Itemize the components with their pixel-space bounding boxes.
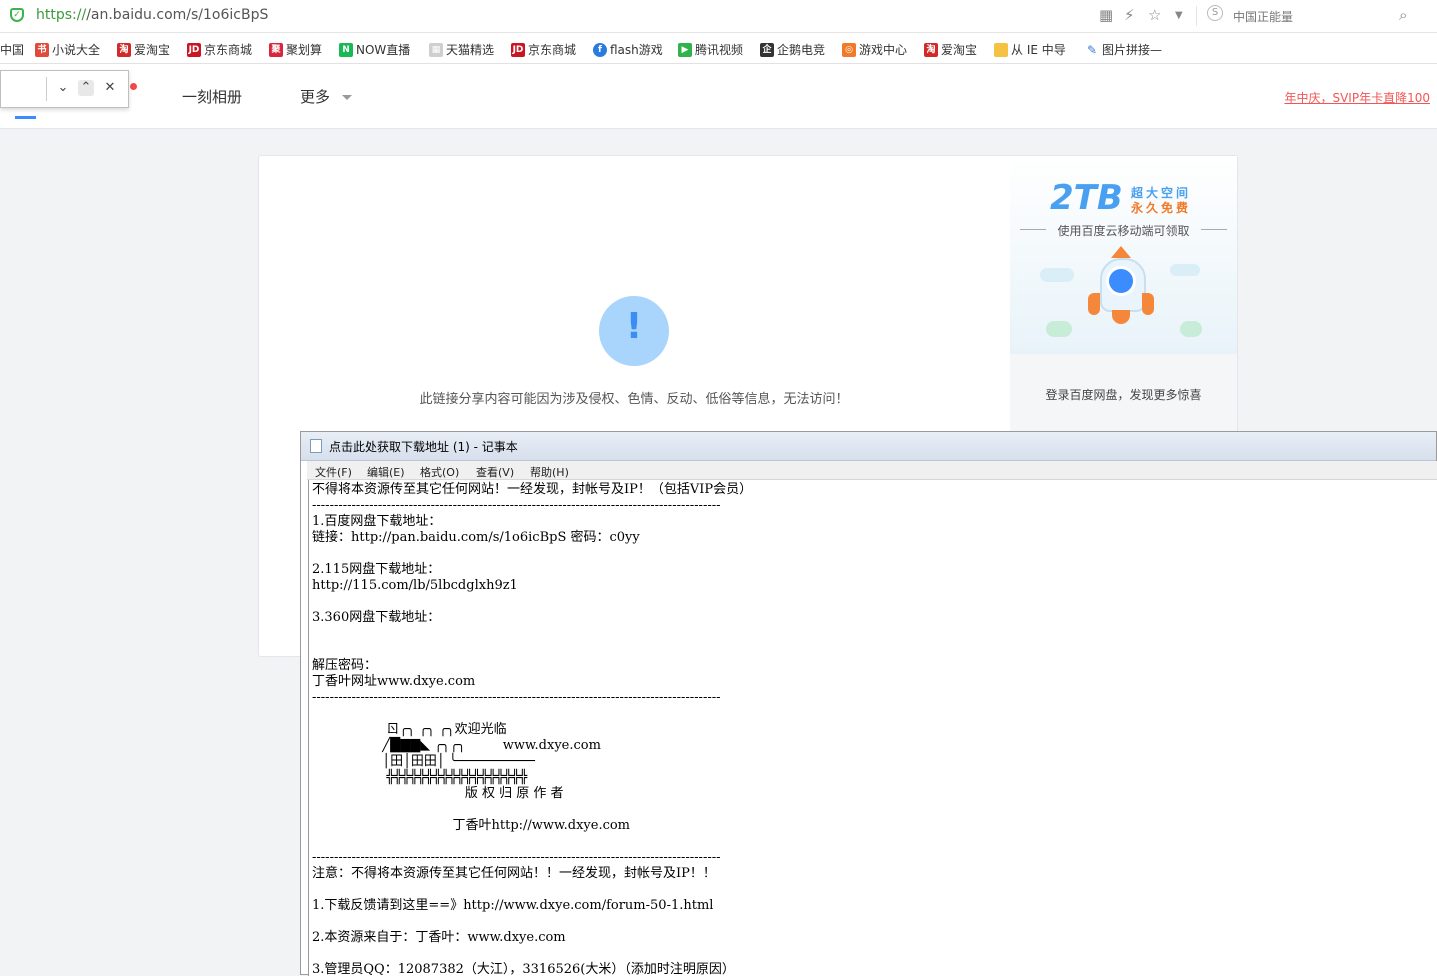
- login-prompt: 登录百度网盘，发现更多惊喜: [1045, 388, 1202, 402]
- bookmark-item[interactable]: 聚聚划算: [269, 41, 322, 58]
- find-separator: [46, 77, 47, 101]
- url-text[interactable]: https:///an.baidu.com/s/1o6icBpS: [36, 7, 268, 23]
- notepad-content: 不得将本资源传至其它任何网站！一经发现，封帐号及IP！（包括VIP会员） ---…: [312, 482, 753, 976]
- promo-subtitle: 使用百度云移动端可领取: [1057, 224, 1190, 238]
- notepad-title: 点击此处获取下载地址 (1) - 记事本: [329, 440, 518, 454]
- bookmarks-bar: 中国 书小说大全 淘爱淘宝 JD 京东商城 聚聚划算 N NOW直播 ▦ 天猫精选 J…: [0, 33, 1437, 64]
- bookmark-item[interactable]: ▶ 腾讯视频: [678, 41, 743, 58]
- bookmark-item[interactable]: N NOW直播: [339, 41, 410, 58]
- close-icon[interactable]: ✕: [102, 80, 118, 96]
- tencent-video-icon: ▶: [678, 42, 692, 57]
- divider: [1201, 229, 1227, 230]
- promo-banner[interactable]: 2TB 超大空间 永久免费 使用百度云移动端可领取: [1010, 156, 1237, 354]
- notepad-menubar: 文件(F) 编辑(E) 格式(O) 查看(V) 帮助(H): [307, 461, 1437, 480]
- bookmark-item[interactable]: ▦ 天猫精选: [429, 41, 494, 58]
- menu-view[interactable]: 查看(V): [476, 464, 514, 480]
- bookmark-item[interactable]: 中国: [0, 41, 24, 58]
- cloud-icon: [1170, 264, 1200, 276]
- folder-icon: [994, 42, 1008, 57]
- now-live-icon: N: [339, 42, 353, 57]
- menu-edit[interactable]: 编辑(E): [367, 464, 405, 480]
- menu-help[interactable]: 帮助(H): [530, 464, 569, 480]
- active-tab-indicator: [15, 116, 36, 119]
- menu-format[interactable]: 格式(O): [420, 464, 459, 480]
- pen-icon: ✎: [1086, 42, 1098, 57]
- bookmark-item[interactable]: 企企鹅电竞: [760, 41, 825, 58]
- bookmark-item[interactable]: 淘爱淘宝: [117, 41, 170, 58]
- page-header: 一刻相册 更多 年中庆，SVIP年卡直降100: [0, 64, 1437, 129]
- bush-icon: [1180, 321, 1202, 337]
- bookmark-item[interactable]: JD 京东商城: [511, 41, 576, 58]
- nav-album[interactable]: 一刻相册: [182, 86, 242, 107]
- search-icon[interactable]: ⌕: [1399, 6, 1407, 24]
- bookmark-item[interactable]: ✎ 图片拼接—: [1085, 41, 1162, 58]
- bush-icon: [1046, 321, 1072, 337]
- address-bar[interactable]: ✓ https:///an.baidu.com/s/1o6icBpS ▦ ⚡ ☆…: [0, 0, 1437, 33]
- rocket-icon: [1088, 246, 1154, 324]
- secure-shield-icon: ✓: [10, 8, 24, 22]
- bookmark-item[interactable]: 从 IE 中导: [994, 41, 1066, 58]
- bookmark-item[interactable]: ◎ 游戏中心: [842, 41, 907, 58]
- bookmark-item[interactable]: 书小说大全: [35, 41, 100, 58]
- nav-more[interactable]: 更多: [300, 86, 330, 107]
- notepad-window: 点击此处获取下载地址 (1) - 记事本 文件(F) 编辑(E) 格式(O) 查…: [300, 431, 1437, 976]
- cloud-icon: [1040, 268, 1074, 282]
- qr-code-icon[interactable]: ▦: [1099, 6, 1113, 24]
- tmall-icon: ▦: [429, 42, 443, 57]
- jd-icon: JD: [187, 42, 201, 57]
- taobao-icon: 淘: [924, 42, 938, 57]
- juhuasuan-icon: 聚: [269, 42, 283, 57]
- penguin-icon: 企: [760, 42, 774, 57]
- error-message: 此链接分享内容可能因为涉及侵权、色情、反动、低俗等信息，无法访问！: [419, 392, 849, 407]
- chevron-up-icon[interactable]: ⌃: [78, 80, 94, 96]
- notification-dot: [130, 83, 137, 90]
- notepad-icon: [310, 439, 322, 453]
- search-engine-icon[interactable]: S: [1207, 5, 1223, 21]
- bookmark-item[interactable]: 淘爱淘宝: [924, 41, 977, 58]
- gamepad-icon: ◎: [842, 42, 856, 57]
- jd-icon: JD: [511, 42, 525, 57]
- storage-size: 2TB: [1050, 178, 1123, 218]
- taobao-icon: 淘: [117, 42, 131, 57]
- bookmark-item[interactable]: f flash游戏: [593, 41, 663, 58]
- flash-icon: f: [593, 42, 607, 57]
- chevron-down-icon: [342, 95, 352, 100]
- divider: [1196, 6, 1197, 26]
- chevron-down-icon[interactable]: ⌄: [55, 80, 71, 96]
- warning-icon: !: [599, 296, 669, 366]
- promo-link[interactable]: 年中庆，SVIP年卡直降100: [1284, 89, 1430, 106]
- find-bar: ⌄ ⌃ ✕: [0, 70, 129, 108]
- menu-file[interactable]: 文件(F): [315, 464, 352, 480]
- chevron-down-icon[interactable]: ▼: [1175, 10, 1183, 21]
- notepad-text-area[interactable]: 不得将本资源传至其它任何网站！一经发现，封帐号及IP！（包括VIP会员） ---…: [308, 480, 1437, 976]
- notepad-titlebar[interactable]: 点击此处获取下载地址 (1) - 记事本: [301, 432, 1436, 461]
- book-icon: 书: [35, 42, 49, 57]
- star-icon[interactable]: ☆: [1148, 6, 1161, 24]
- bookmark-item[interactable]: JD 京东商城: [187, 41, 252, 58]
- promo-line2: 永久免费: [1131, 201, 1192, 215]
- lightning-icon[interactable]: ⚡: [1124, 6, 1135, 24]
- search-engine-label[interactable]: 中国正能量: [1233, 8, 1293, 25]
